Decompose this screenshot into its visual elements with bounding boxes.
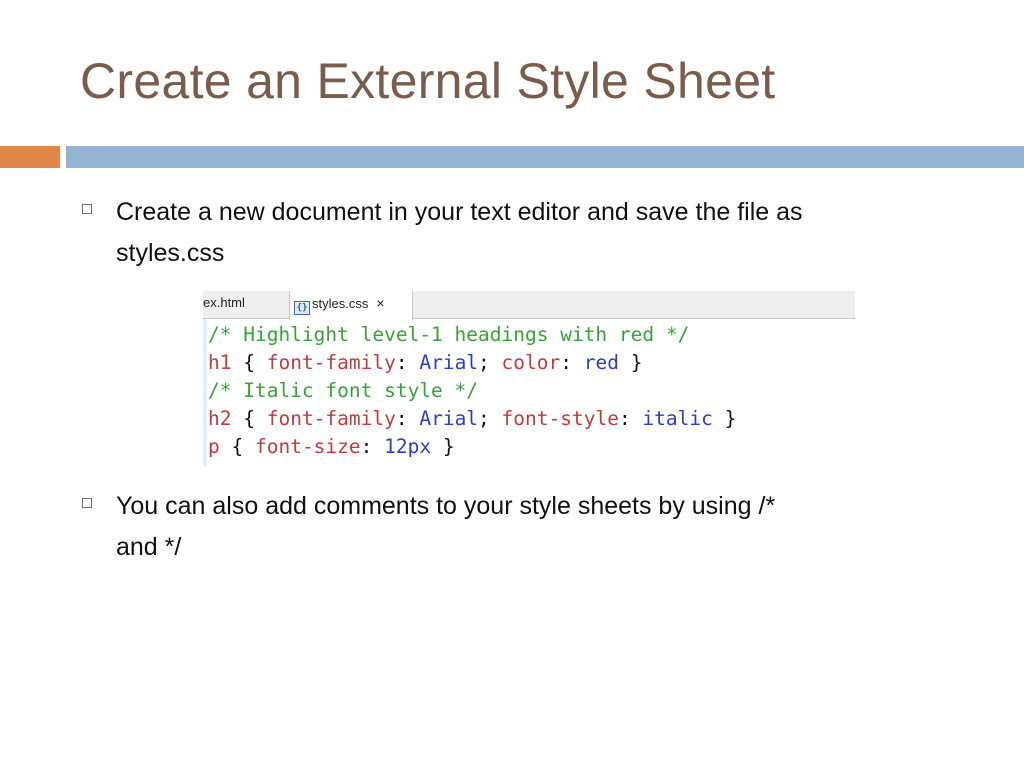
code-token-prop: font-family [266, 351, 396, 374]
code-token-val: red [583, 351, 619, 374]
code-line: /* Highlight level-1 headings with red *… [208, 321, 853, 349]
title-accent-orange-bar [0, 146, 60, 168]
close-icon[interactable]: × [376, 295, 384, 311]
tab-styles-css[interactable]: {} styles.css × [289, 291, 413, 320]
css-file-icon: {} [294, 301, 310, 315]
code-token-prop: font-size [254, 435, 361, 458]
code-token-punc: { [231, 351, 267, 374]
editor-gutter [203, 319, 207, 466]
square-bullet-icon [82, 204, 92, 214]
code-token-comment: /* Italic font style */ [208, 379, 479, 402]
title-accent-blue-bar [66, 146, 1024, 168]
square-bullet-icon [82, 498, 92, 508]
code-token-punc: : [618, 407, 643, 430]
tab-ex-html[interactable]: ex.html [203, 291, 287, 319]
code-token-punc: } [618, 351, 643, 374]
code-token-punc: { [219, 435, 255, 458]
code-token-sel: p [208, 435, 220, 458]
bullet-line: Create a new document in your text edito… [116, 198, 803, 226]
bullet-line: styles.css [116, 239, 225, 267]
slide-title: Create an External Style Sheet [80, 53, 776, 109]
bullet-line: and */ [116, 533, 182, 561]
code-line: /* Italic font style */ [208, 377, 853, 405]
bullet-text: Create a new document in your text edito… [116, 192, 976, 274]
code-token-punc: } [431, 435, 455, 458]
code-token-punc: ; [478, 351, 502, 374]
tab-label: styles.css [312, 296, 369, 311]
code-editor-screenshot: ex.html {} styles.css × /* Highlight level… [203, 291, 855, 466]
code-area[interactable]: /* Highlight level-1 headings with red *… [208, 321, 853, 461]
code-token-sel: h2 [208, 407, 232, 430]
code-token-punc: : [395, 351, 420, 374]
code-token-punc: } [712, 407, 737, 430]
code-token-sel: h1 [208, 351, 232, 374]
code-token-val: Arial [419, 407, 479, 430]
bullet-line: You can also add comments to your style … [116, 492, 776, 520]
code-token-punc: ; [478, 407, 502, 430]
code-token-comment: /* Highlight level-1 headings with red *… [208, 323, 690, 346]
editor-tab-bar: ex.html {} styles.css × [203, 291, 855, 320]
code-token-punc: : [360, 435, 385, 458]
code-token-prop: color [501, 351, 561, 374]
code-token-val: italic [642, 407, 713, 430]
bullet-text: You can also add comments to your style … [116, 486, 976, 568]
code-line: h2 { font-family: Arial; font-style: ita… [208, 405, 853, 433]
code-line: p { font-size: 12px } [208, 433, 853, 461]
code-token-prop: font-style [501, 407, 619, 430]
code-token-prop: font-family [266, 407, 396, 430]
code-token-punc: : [395, 407, 420, 430]
code-token-val: 12px [384, 435, 432, 458]
tab-label: ex.html [203, 295, 245, 310]
code-token-punc: { [231, 407, 267, 430]
code-line: h1 { font-family: Arial; color: red } [208, 349, 853, 377]
code-token-punc: : [560, 351, 584, 374]
code-token-val: Arial [419, 351, 479, 374]
